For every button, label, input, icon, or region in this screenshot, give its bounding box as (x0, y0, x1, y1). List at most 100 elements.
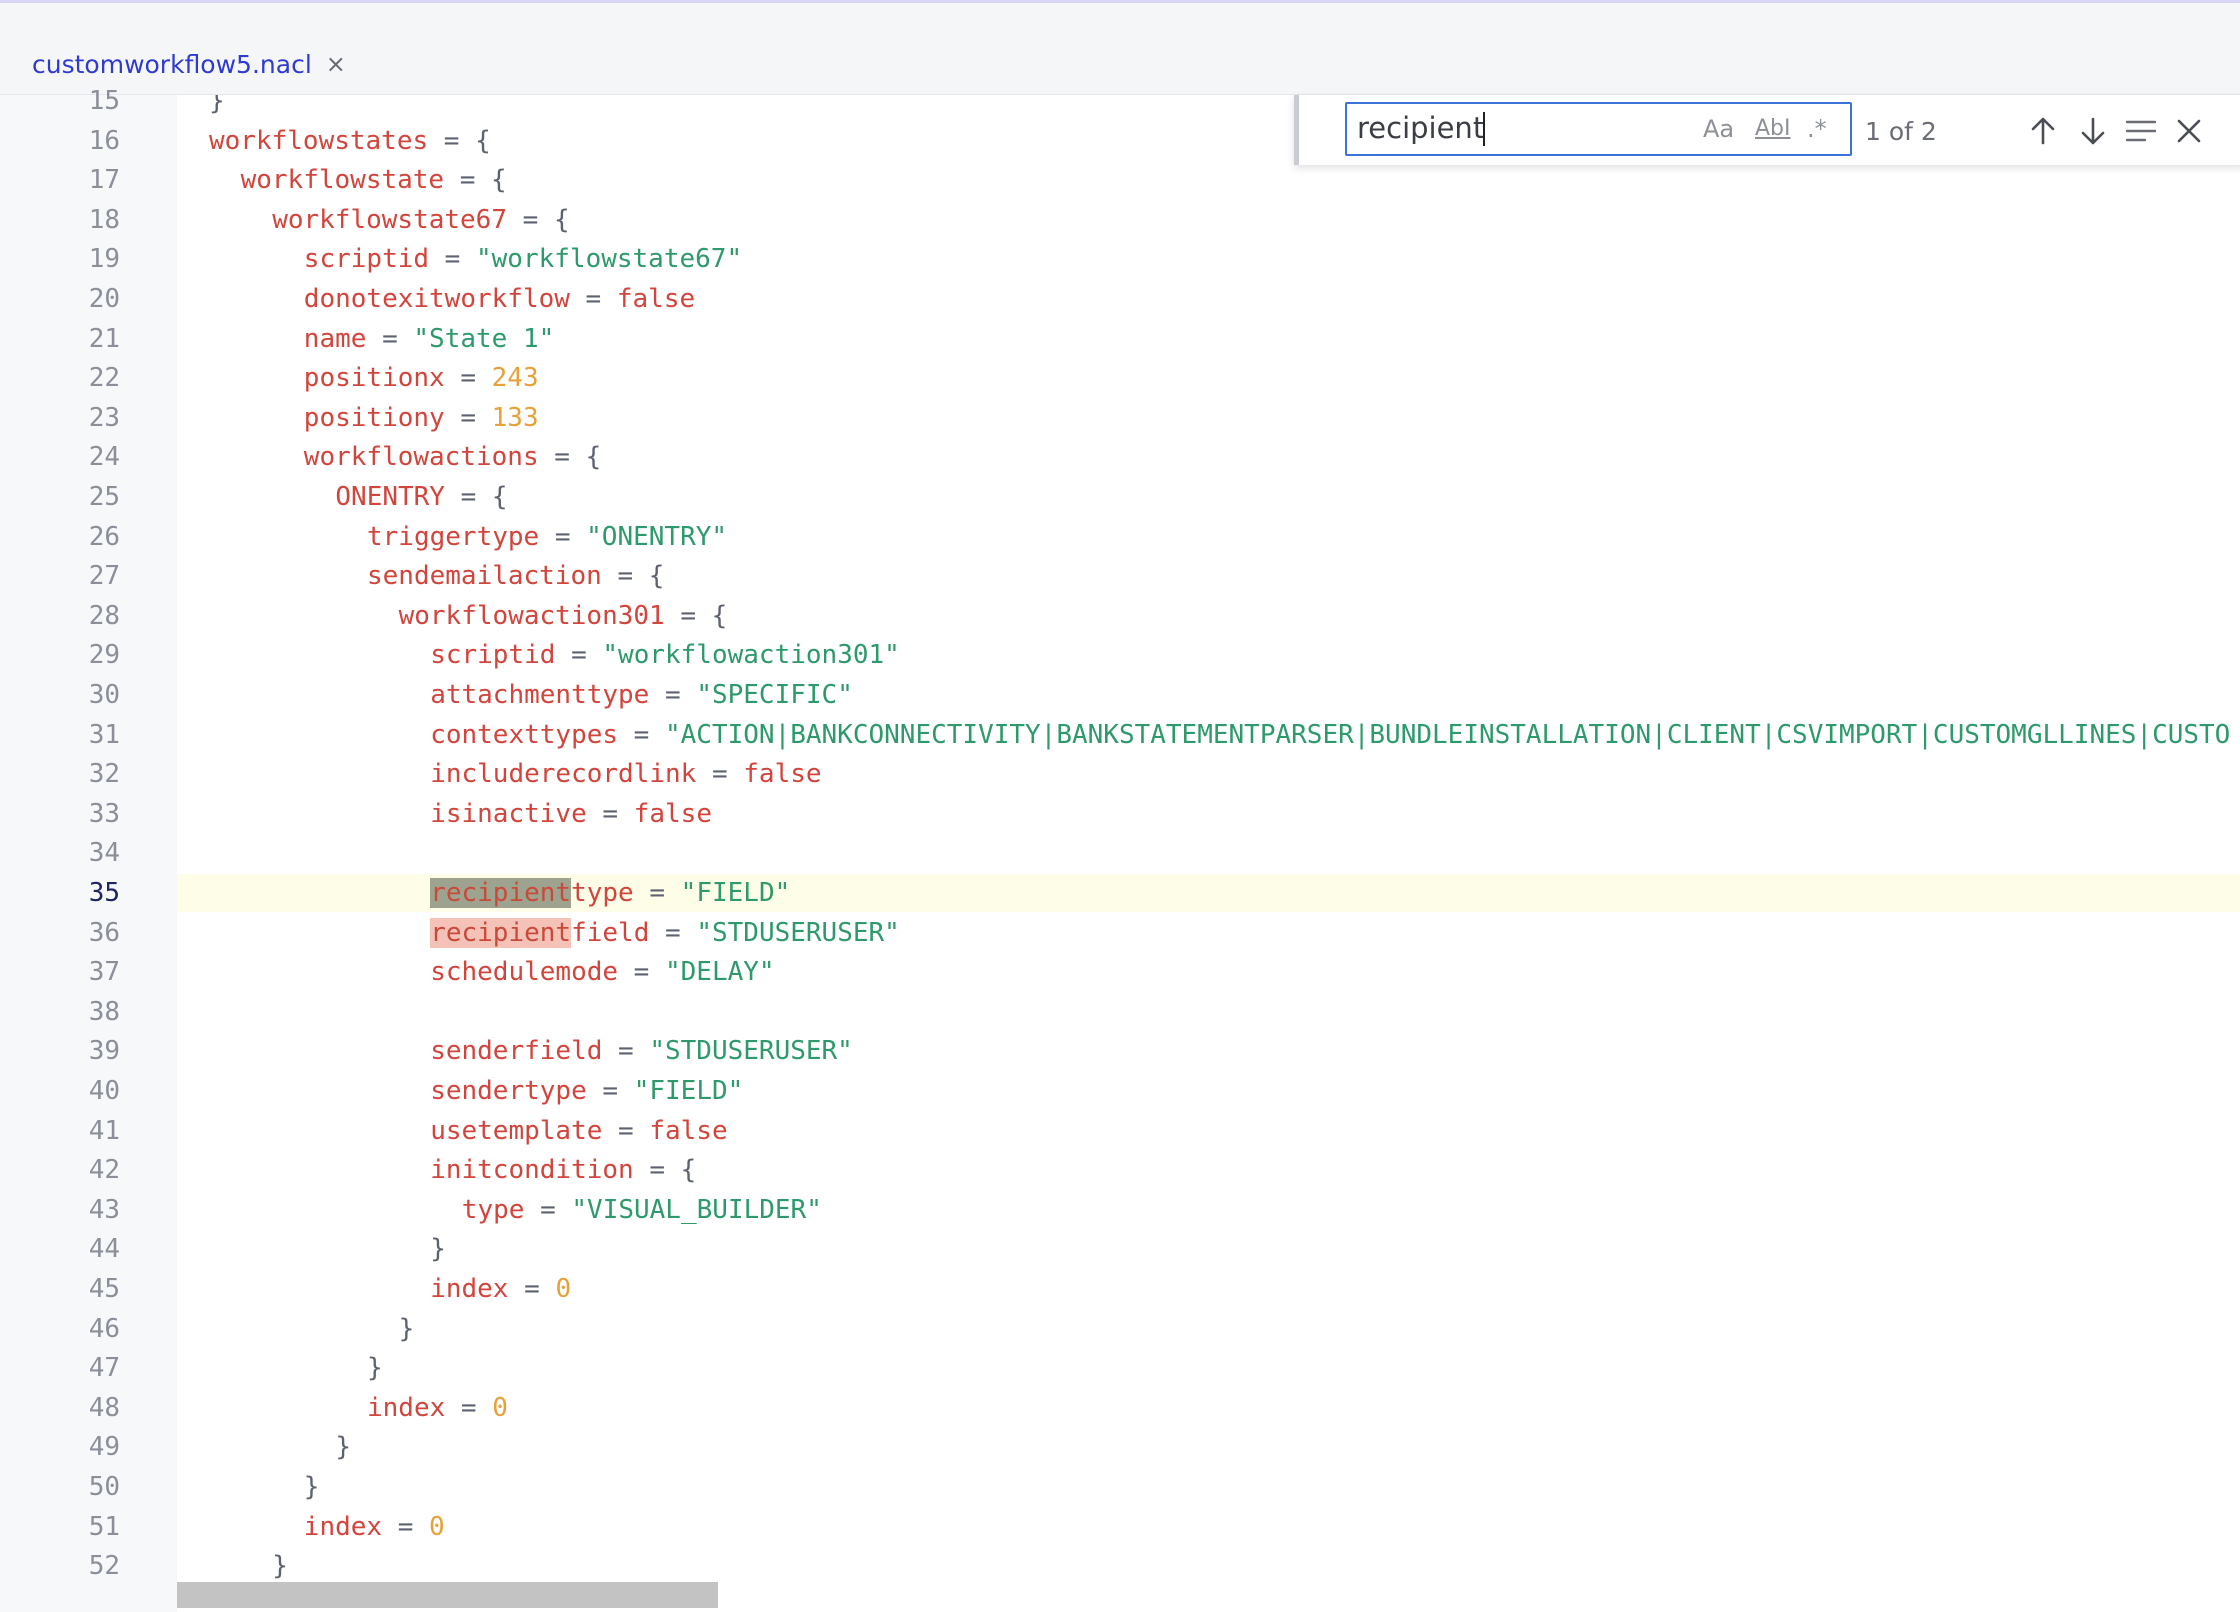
match-count: 1 of 2 (1865, 117, 1937, 146)
code-line: sendertype = "FIELD" (430, 1071, 743, 1111)
code-line: index = 0 (430, 1269, 571, 1309)
whole-word-toggle[interactable]: AbI (1755, 114, 1791, 144)
line-number: 16 (88, 125, 120, 156)
code-token: "FIELD" (680, 878, 791, 908)
code-token: = (586, 1076, 634, 1106)
line-number: 15 (88, 86, 120, 116)
code-token: false (633, 798, 712, 829)
editor-tab[interactable]: customworkflow5.nacl × (32, 47, 346, 81)
line-number: 47 (88, 1353, 120, 1384)
code-token: } (272, 1551, 288, 1582)
line-number: 21 (88, 323, 120, 354)
line-number: 41 (88, 1115, 120, 1146)
line-number: 40 (88, 1076, 120, 1106)
code-token: = (508, 1274, 556, 1304)
text-caret (1483, 112, 1485, 146)
arrow-down-icon[interactable] (2075, 113, 2111, 149)
code-token: sendertype (430, 1076, 587, 1106)
find-in-selection-icon[interactable] (2123, 113, 2159, 149)
code-token: } (367, 1353, 383, 1384)
line-number: 24 (88, 442, 120, 473)
code-line: name = "State 1" (304, 319, 554, 359)
line-number: 36 (88, 917, 120, 948)
code-token: sendemailaction (367, 561, 602, 592)
close-icon[interactable] (2171, 113, 2207, 149)
code-token: = { (507, 204, 570, 235)
code-token: index (303, 1511, 383, 1542)
find-input-box[interactable]: Aa AbI .* (1345, 102, 1852, 156)
code-line: } (399, 1309, 415, 1349)
code-line: senderfield = "STDUSERUSER" (430, 1031, 853, 1071)
code-line: contexttypes = "ACTION|BANKCONNECTIVITY|… (430, 715, 2230, 755)
code-token: donotexitworkflow (303, 284, 570, 314)
code-token: = (555, 640, 603, 671)
code-line: isinactive = false (430, 794, 712, 834)
tab-filename[interactable]: customworkflow5.nacl (32, 50, 312, 79)
code-token: ONENTRY (335, 482, 445, 512)
code-token: = { (444, 165, 507, 196)
line-number: 25 (88, 482, 120, 512)
code-token: positiony (303, 402, 445, 433)
code-line: workflowstate67 = { (272, 200, 569, 240)
code-token: 133 (491, 402, 539, 433)
code-token: = (649, 917, 697, 948)
code-token: = (429, 244, 476, 275)
code-token: = { (633, 1155, 697, 1186)
regex-toggle[interactable]: .* (1807, 114, 1827, 144)
code-token: false (743, 759, 822, 790)
line-number: 35 (88, 878, 120, 908)
code-token: "State 1" (413, 323, 555, 354)
tab-bar: customworkflow5.nacl × (0, 3, 2240, 95)
line-number: 43 (88, 1194, 120, 1225)
code-token: = { (428, 125, 491, 156)
code-token: "workflowstate67" (476, 244, 743, 275)
code-token: = (539, 521, 587, 552)
code-line: index = 0 (304, 1507, 445, 1547)
find-input[interactable] (1357, 109, 1697, 147)
code-line: attachmenttype = "SPECIFIC" (430, 675, 853, 715)
line-number: 31 (88, 719, 120, 750)
code-token: } (209, 95, 225, 116)
code-token: false (649, 1115, 728, 1146)
code-token: field (571, 917, 650, 948)
code-token: positionx (303, 363, 445, 394)
line-number: 22 (88, 363, 120, 394)
code-token: "FIELD" (633, 1076, 744, 1106)
code-line: positionx = 243 (304, 358, 539, 398)
code-token: workflowstate (240, 165, 445, 196)
line-number: 46 (88, 1313, 120, 1344)
code-token: triggertype (367, 521, 540, 552)
code-editor[interactable]: } workflowstates = {workflowstate = {work… (177, 95, 2240, 1612)
code-token: attachmenttype (430, 680, 650, 710)
code-token: usetemplate (430, 1115, 603, 1146)
code-token: = (602, 1036, 650, 1067)
code-line: recipientfield = "STDUSERUSER" (430, 913, 900, 953)
code-token: = (524, 1194, 572, 1225)
code-line: workflowactions = { (304, 437, 601, 477)
code-token: contexttypes (430, 719, 619, 750)
code-token: isinactive (430, 798, 587, 829)
arrow-up-icon[interactable] (2025, 113, 2061, 149)
code-token: = (696, 759, 744, 790)
code-line: workflowaction301 = { (399, 596, 728, 636)
code-token: 0 (429, 1511, 445, 1542)
code-line: sendemailaction = { (367, 556, 664, 596)
code-token: = (366, 323, 414, 354)
line-number: 32 (88, 759, 120, 790)
code-token: scriptid (430, 640, 556, 671)
code-line: } (335, 1427, 351, 1467)
match-case-toggle[interactable]: Aa (1703, 114, 1734, 144)
line-number: 20 (88, 284, 120, 314)
code-token: workflowstate67 (272, 204, 507, 235)
code-token: = (444, 363, 492, 394)
horizontal-scrollbar[interactable] (177, 1582, 718, 1608)
code-line: } (209, 95, 225, 121)
tab-close-icon[interactable]: × (326, 52, 346, 76)
code-token: "workflowaction301" (602, 640, 900, 671)
line-number: 17 (88, 165, 120, 196)
line-number: 33 (88, 798, 120, 829)
code-line: type = "VISUAL_BUILDER" (462, 1190, 822, 1230)
line-number: 18 (88, 204, 120, 235)
code-token: = { (601, 561, 665, 592)
find-widget: Aa AbI .* 1 of 2 (1294, 95, 2240, 165)
